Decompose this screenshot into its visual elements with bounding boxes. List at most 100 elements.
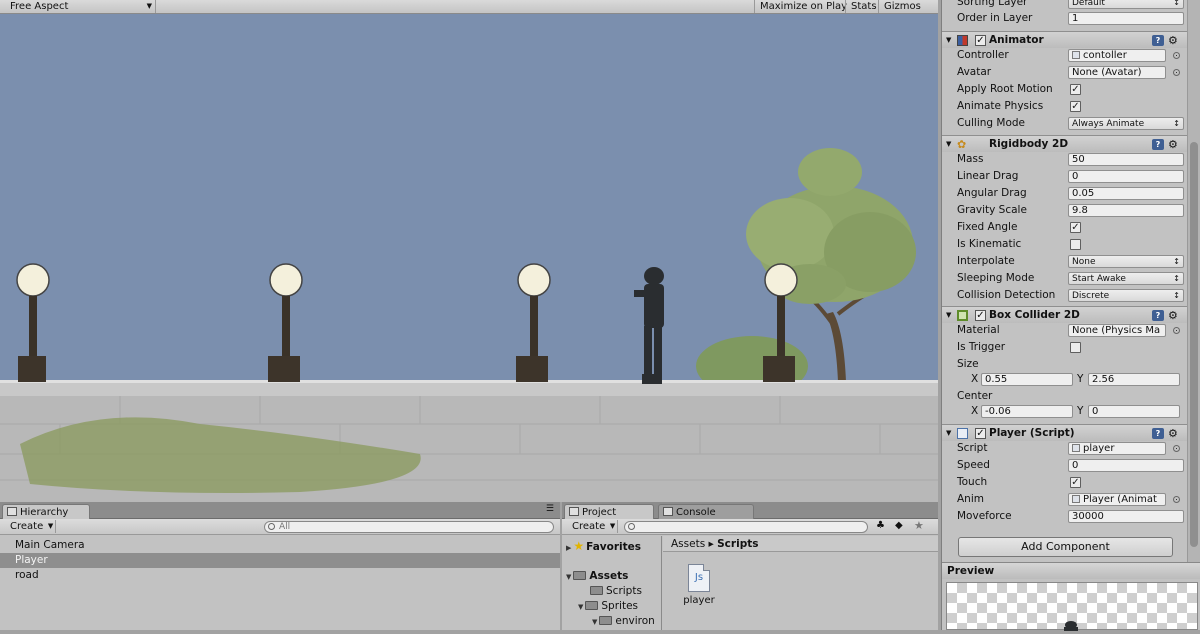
object-picker-icon[interactable] [1173,327,1180,334]
center-x-input[interactable]: -0.06 [981,405,1073,418]
field-label: Linear Drag [957,170,1019,182]
help-book-icon[interactable]: ? [1152,310,1164,321]
hierarchy-item-player[interactable]: Player [0,553,560,568]
hierarchy-tabbar: Hierarchy ☰ [0,502,560,519]
rigidbody2d-header[interactable]: ▼ ✿ Rigidbody 2D ? ⚙ [942,135,1200,152]
moveforce-input[interactable]: 30000 [1068,510,1184,523]
avatar-field[interactable]: None (Avatar) [1068,66,1166,79]
animator-ref-icon [1072,495,1080,503]
breadcrumb-scripts[interactable]: Scripts [717,538,758,550]
filter-label-icon[interactable]: ◆ [895,520,903,531]
material-field[interactable]: None (Physics Ma [1068,324,1166,337]
breadcrumb: Assets ▸ Scripts [663,536,938,552]
hierarchy-toolbar: Create ▼ All [0,519,560,535]
script-asset-icon [1072,444,1080,452]
tab-hierarchy[interactable]: Hierarchy [2,504,90,519]
fixed-angle-checkbox[interactable]: ✓ [1070,222,1081,233]
inspector-scrollbar[interactable] [1187,0,1200,562]
tab-console[interactable]: Console [658,504,754,519]
tree-item-environ[interactable]: ▼ environ [592,614,655,628]
center-y-input[interactable]: 0 [1088,405,1180,418]
is-trigger-checkbox[interactable] [1070,342,1081,353]
asset-item-player[interactable]: Js player [679,564,719,606]
gravity-scale-input[interactable]: 9.8 [1068,204,1184,217]
project-create-button[interactable]: Create ▼ [566,520,619,533]
maximize-on-play-button[interactable]: Maximize on Play [754,0,852,13]
folder-icon [590,586,603,595]
fold-arrow-icon: ▼ [566,573,572,581]
animator-header[interactable]: ▼ ✓ Animator ? ⚙ [942,31,1200,48]
console-icon [663,507,673,516]
animate-physics-checkbox[interactable]: ✓ [1070,101,1081,112]
size-xy-row: X 0.55 Y 2.56 [957,371,1187,388]
favorite-star-icon[interactable]: ★ [914,519,924,532]
game-view[interactable] [0,14,938,502]
scrollbar-thumb[interactable] [1190,142,1198,547]
player-script-enabled-checkbox[interactable]: ✓ [975,428,986,439]
field-label: Order in Layer [957,12,1033,24]
anim-field[interactable]: Player (Animat [1068,493,1166,506]
touch-row: Touch ✓ [957,474,1187,491]
controller-field[interactable]: contoller [1068,49,1166,62]
field-label: Is Kinematic [957,238,1022,250]
object-picker-icon[interactable] [1173,445,1180,452]
mass-input[interactable]: 50 [1068,153,1184,166]
speed-input[interactable]: 0 [1068,459,1184,472]
boxcollider2d-header[interactable]: ▼ ✓ Box Collider 2D ? ⚙ [942,306,1200,323]
is-kinematic-checkbox[interactable] [1070,239,1081,250]
object-picker-icon[interactable] [1173,52,1180,59]
tree-item-favorites[interactable]: ▶ ★ Favorites [566,539,641,553]
preview-title[interactable]: Preview [942,562,1200,579]
filter-type-icon[interactable]: ♣ [876,520,885,531]
interpolate-dropdown[interactable]: None [1068,255,1184,268]
order-in-layer-input[interactable]: 1 [1068,12,1184,25]
angular-drag-row: Angular Drag 0.05 [957,185,1187,202]
collision-detection-dropdown[interactable]: Discrete [1068,289,1184,302]
field-label: Script [957,442,988,454]
search-icon [628,523,635,530]
project-toolbar: Create ▼ ♣ ◆ ★ [562,519,938,535]
sleeping-mode-dropdown[interactable]: Start Awake [1068,272,1184,285]
touch-checkbox[interactable]: ✓ [1070,477,1081,488]
anim-row: Anim Player (Animat [957,491,1187,508]
animator-enabled-checkbox[interactable]: ✓ [975,35,986,46]
apply-root-motion-checkbox[interactable]: ✓ [1070,84,1081,95]
script-field[interactable]: player [1068,442,1166,455]
sorting-layer-dropdown[interactable]: Default [1068,0,1184,9]
box-collider-enabled-checkbox[interactable]: ✓ [975,310,986,321]
help-book-icon[interactable]: ? [1152,35,1164,46]
gizmos-button[interactable]: Gizmos [878,0,926,13]
field-label: Collision Detection [957,289,1056,301]
tree-item-sprites[interactable]: ▼ Sprites [578,599,638,613]
linear-drag-input[interactable]: 0 [1068,170,1184,183]
asset-label: player [683,595,715,606]
panel-menu-icon[interactable]: ☰ [546,504,554,514]
stats-button[interactable]: Stats [845,0,882,13]
help-book-icon[interactable]: ? [1152,139,1164,150]
tree-item-assets[interactable]: ▼ Assets [566,569,628,583]
tree-item-scripts[interactable]: Scripts [590,584,642,598]
hierarchy-create-button[interactable]: Create ▼ [4,520,57,533]
hierarchy-item-main-camera[interactable]: Main Camera [0,538,560,553]
object-picker-icon[interactable] [1173,496,1180,503]
size-y-input[interactable]: 2.56 [1088,373,1180,386]
apply-root-motion-row: Apply Root Motion ✓ [957,81,1187,98]
culling-mode-dropdown[interactable]: Always Animate [1068,117,1184,130]
create-label: Create [572,521,606,532]
controller-row: Controller contoller [957,47,1187,64]
tab-project[interactable]: Project [564,504,654,519]
size-x-input[interactable]: 0.55 [981,373,1073,386]
help-book-icon[interactable]: ? [1152,428,1164,439]
aspect-dropdown[interactable]: Free Aspect ▼ [4,0,156,13]
angular-drag-input[interactable]: 0.05 [1068,187,1184,200]
hierarchy-item-road[interactable]: road [0,568,560,583]
preview-canvas[interactable] [946,582,1198,633]
object-picker-icon[interactable] [1173,69,1180,76]
add-component-button[interactable]: Add Component [958,537,1173,557]
project-panel: Project Console Create ▼ ♣ ◆ ★ ▶ ★ Favorite… [562,502,938,630]
breadcrumb-assets[interactable]: Assets [671,538,705,550]
hierarchy-search-input[interactable]: All [264,521,554,533]
player-script-header[interactable]: ▼ ✓ Player (Script) ? ⚙ [942,424,1200,441]
fixed-angle-row: Fixed Angle ✓ [957,219,1187,236]
project-search-input[interactable] [624,521,868,533]
